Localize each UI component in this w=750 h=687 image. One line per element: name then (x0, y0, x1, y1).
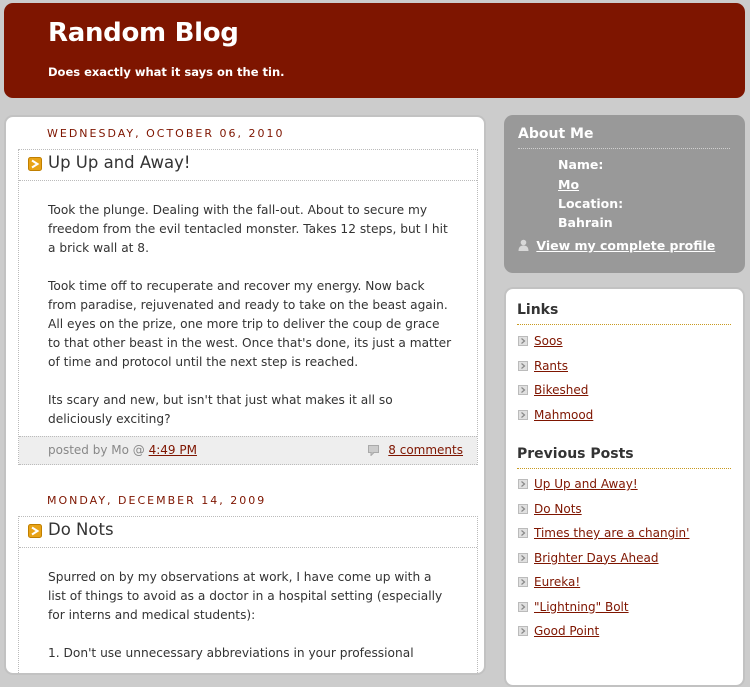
date-header: WEDNESDAY, OCTOBER 06, 2010 (47, 127, 285, 140)
previous-post-link[interactable]: Eureka! (534, 575, 580, 589)
list-item: Rants (518, 359, 732, 384)
blog-header: Random Blog Does exactly what it says on… (4, 3, 745, 98)
list-item: Times they are a changin' (518, 526, 732, 551)
location-label: Location: (558, 196, 624, 211)
bullet-icon (518, 409, 528, 420)
view-profile-link[interactable]: View my complete profile (536, 238, 715, 253)
previous-post-link[interactable]: Up Up and Away! (534, 477, 638, 491)
post-footer: posted by Mo @ 4:49 PM 8 comments (19, 436, 477, 465)
about-me-panel: About Me Name: Mo Location: Bahrain View… (504, 115, 745, 273)
list-item: Up Up and Away! (518, 477, 732, 502)
links-list: Soos Rants Bikeshed Mahmood (518, 334, 732, 432)
post-time-link[interactable]: 4:49 PM (149, 443, 197, 457)
bullet-icon (518, 601, 528, 612)
comments-area: 8 comments (368, 443, 463, 457)
bullet-icon (518, 336, 528, 346)
blog-description: Does exactly what it says on the tin. (48, 65, 285, 79)
list-item: "Lightning" Bolt (518, 600, 732, 625)
previous-posts-title: Previous Posts (517, 446, 731, 469)
main-content: WEDNESDAY, OCTOBER 06, 2010 Up Up and Aw… (4, 115, 486, 675)
post-body: Took the plunge. Dealing with the fall-o… (19, 181, 477, 429)
links-title: Links (517, 302, 731, 325)
bullet-icon (518, 360, 528, 371)
list-item: Bikeshed (518, 383, 732, 408)
post-title[interactable]: Up Up and Away! (48, 153, 190, 172)
list-item: Soos (518, 334, 732, 359)
list-item: Mahmood (518, 408, 732, 433)
post: Up Up and Away! Took the plunge. Dealing… (18, 149, 478, 465)
post-byline: posted by Mo @ 4:49 PM (48, 443, 197, 457)
post-arrow-icon (28, 157, 42, 171)
bullet-icon (518, 503, 528, 514)
list-item: Eureka! (518, 575, 732, 600)
bullet-icon (518, 577, 528, 587)
bullet-icon (518, 528, 528, 538)
sidebar: Links Soos Rants Bikeshed Mahmood Previo… (504, 287, 745, 687)
post-paragraph: 1. Don't use unnecessary abbreviations i… (48, 646, 414, 660)
comments-link[interactable]: 8 comments (388, 443, 463, 457)
post: Do Nots Spurred on by my observations at… (18, 516, 478, 673)
about-me-title: About Me (518, 126, 730, 149)
previous-post-link[interactable]: Do Nots (534, 502, 582, 516)
post-paragraph: Spurred on by my observations at work, I… (48, 570, 443, 622)
link-bikeshed[interactable]: Bikeshed (534, 383, 588, 397)
post-title-row: Up Up and Away! (19, 150, 477, 181)
link-mahmood[interactable]: Mahmood (534, 408, 593, 422)
blog-title[interactable]: Random Blog (48, 18, 239, 48)
list-item: Good Point (518, 624, 732, 649)
post-title-row: Do Nots (19, 517, 477, 548)
profile-name-area: Mo (558, 177, 579, 192)
link-rants[interactable]: Rants (534, 359, 568, 373)
previous-post-link[interactable]: Brighter Days Ahead (534, 551, 659, 565)
post-arrow-icon (28, 524, 42, 538)
location-value: Bahrain (558, 215, 613, 230)
post-body: Spurred on by my observations at work, I… (19, 548, 477, 663)
bullet-icon (518, 385, 528, 395)
previous-posts-list: Up Up and Away! Do Nots Times they are a… (518, 477, 732, 649)
name-label: Name: (558, 157, 604, 172)
previous-post-link[interactable]: Times they are a changin' (534, 526, 689, 540)
profile-name-link[interactable]: Mo (558, 177, 579, 192)
previous-post-link[interactable]: "Lightning" Bolt (534, 600, 629, 614)
bullet-icon (518, 552, 528, 563)
profile-link-row: View my complete profile (518, 238, 715, 253)
bullet-icon (518, 626, 528, 636)
bullet-icon (518, 479, 528, 489)
posted-by-label: posted by Mo @ (48, 443, 145, 457)
comment-icon (368, 445, 380, 456)
post-paragraph: Took the plunge. Dealing with the fall-o… (48, 203, 448, 255)
previous-post-link[interactable]: Good Point (534, 624, 599, 638)
post-paragraph: Its scary and new, but isn't that just w… (48, 393, 393, 426)
list-item: Brighter Days Ahead (518, 551, 732, 576)
post-paragraph: Took time off to recuperate and recover … (48, 279, 452, 369)
user-icon (518, 239, 529, 251)
list-item: Do Nots (518, 502, 732, 527)
date-header: MONDAY, DECEMBER 14, 2009 (47, 494, 267, 507)
post-title[interactable]: Do Nots (48, 520, 114, 539)
link-soos[interactable]: Soos (534, 334, 563, 348)
